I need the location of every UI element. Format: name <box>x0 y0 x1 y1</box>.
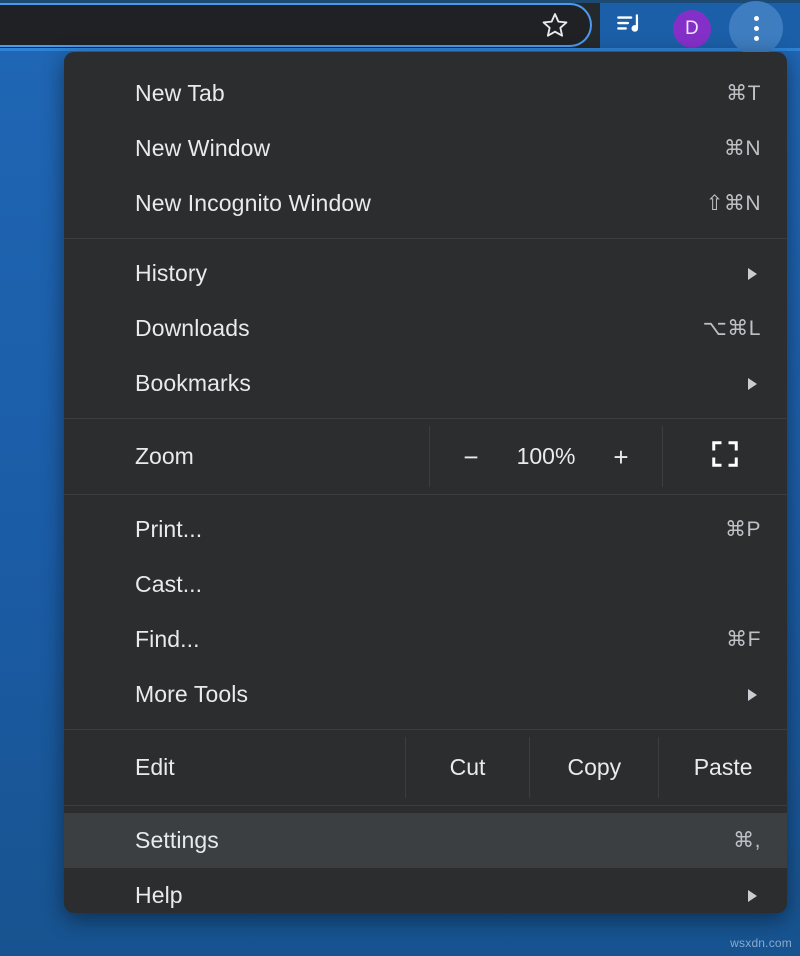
menu-item-label: Cast... <box>135 571 761 598</box>
paste-button[interactable]: Paste <box>659 737 787 798</box>
cut-button[interactable]: Cut <box>406 737 530 798</box>
watermark: wsxdn.com <box>730 936 792 950</box>
menu-separator <box>64 494 787 495</box>
menu-item-shortcut: ⌘N <box>724 136 761 161</box>
zoom-in-button[interactable]: + <box>608 444 634 470</box>
menu-item-label: More Tools <box>135 681 748 708</box>
menu-top-padding <box>64 52 787 66</box>
zoom-controls: −100% + <box>430 426 662 487</box>
menu-item-label: New Tab <box>135 80 726 107</box>
fullscreen-button[interactable] <box>663 426 787 487</box>
avatar-initial: D <box>685 18 699 40</box>
menu-separator <box>64 805 787 806</box>
submenu-arrow-icon <box>748 890 757 902</box>
menu-item-settings[interactable]: Settings⌘, <box>64 813 787 868</box>
menu-item-label: History <box>135 260 748 287</box>
menu-item-label: Print... <box>135 516 725 543</box>
menu-item-print[interactable]: Print...⌘P <box>64 502 787 557</box>
address-bar[interactable] <box>0 3 592 47</box>
zoom-row: Zoom −100% + <box>64 426 787 487</box>
menu-item-help[interactable]: Help <box>64 868 787 913</box>
menu-item-shortcut: ⌘T <box>726 81 761 106</box>
submenu-arrow-icon <box>748 378 757 390</box>
menu-separator <box>64 729 787 730</box>
three-dot-menu-icon[interactable] <box>729 1 783 55</box>
copy-button[interactable]: Copy <box>530 737 658 798</box>
menu-item-label: Downloads <box>135 315 703 342</box>
dot-1 <box>754 16 759 21</box>
menu-item-new-incognito-window[interactable]: New Incognito Window⇧⌘N <box>64 176 787 231</box>
browser-toolbar: D <box>0 0 800 48</box>
bookmark-star-icon[interactable] <box>540 10 570 40</box>
menu-item-label: Help <box>135 882 748 909</box>
menu-item-downloads[interactable]: Downloads⌥⌘L <box>64 301 787 356</box>
dot-3 <box>754 36 759 41</box>
menu-item-shortcut: ⌘F <box>726 627 761 652</box>
menu-item-shortcut: ⇧⌘N <box>706 191 761 216</box>
media-playlist-icon[interactable] <box>610 6 646 42</box>
menu-item-bookmarks[interactable]: Bookmarks <box>64 356 787 411</box>
menu-item-new-tab[interactable]: New Tab⌘T <box>64 66 787 121</box>
menu-item-shortcut: ⌘, <box>733 828 761 853</box>
edit-label: Edit <box>64 737 405 798</box>
zoom-out-button[interactable]: − <box>458 444 484 470</box>
menu-item-shortcut: ⌘P <box>725 517 761 542</box>
menu-item-new-window[interactable]: New Window⌘N <box>64 121 787 176</box>
edit-row: EditCutCopyPaste <box>64 737 787 798</box>
menu-item-label: Bookmarks <box>135 370 748 397</box>
menu-separator <box>64 238 787 239</box>
menu-item-find[interactable]: Find...⌘F <box>64 612 787 667</box>
menu-item-label: Find... <box>135 626 726 653</box>
submenu-arrow-icon <box>748 689 757 701</box>
menu-item-cast[interactable]: Cast... <box>64 557 787 612</box>
menu-item-label: Settings <box>135 827 733 854</box>
menu-item-more-tools[interactable]: More Tools <box>64 667 787 722</box>
dot-2 <box>754 26 759 31</box>
menu-item-history[interactable]: History <box>64 246 787 301</box>
submenu-arrow-icon <box>748 268 757 280</box>
chrome-main-menu: New Tab⌘TNew Window⌘NNew Incognito Windo… <box>64 52 787 913</box>
menu-item-label: New Incognito Window <box>135 190 706 217</box>
avatar[interactable]: D <box>673 10 711 48</box>
menu-item-label: New Window <box>135 135 724 162</box>
zoom-label: Zoom <box>64 426 429 487</box>
menu-item-shortcut: ⌥⌘L <box>703 316 761 341</box>
fullscreen-expand-icon <box>710 439 740 474</box>
zoom-level-value: 100% <box>510 443 582 470</box>
menu-separator <box>64 418 787 419</box>
